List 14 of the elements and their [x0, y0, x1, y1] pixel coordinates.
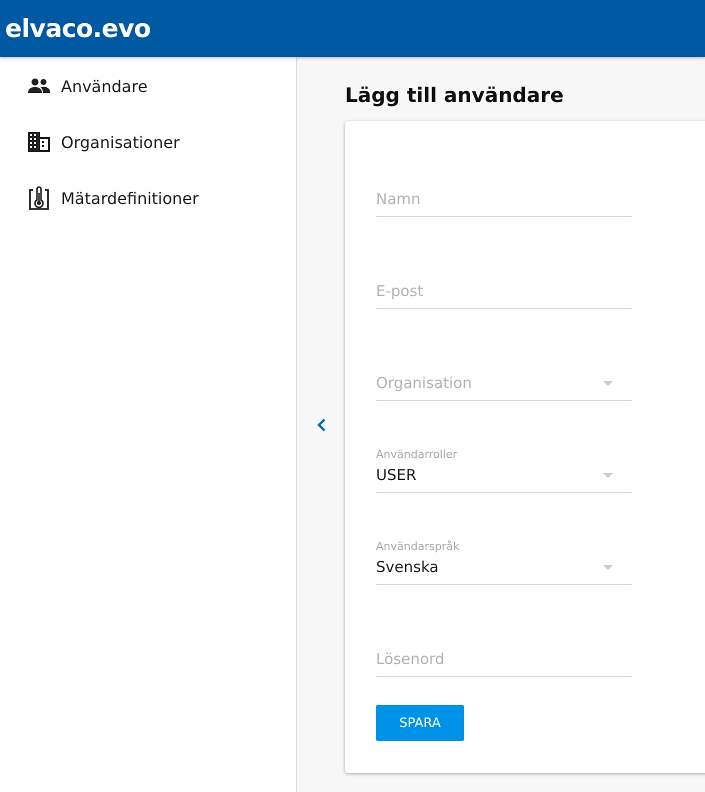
dropdown-field[interactable]: Användarspråk Svenska [376, 529, 632, 585]
thermometer-icon [29, 186, 49, 210]
building-icon [28, 132, 50, 152]
people-icon [28, 78, 50, 94]
page-title: Lägg till användare [345, 83, 565, 107]
nav-item[interactable]: Användare [61, 76, 148, 96]
caret-icon [603, 381, 613, 386]
caret-icon [603, 473, 613, 478]
chevron-left-icon[interactable] [316, 418, 326, 432]
app-logo: elvaco.evo [5, 14, 151, 43]
dropdown-field[interactable]: Användarroller USER [376, 437, 632, 493]
nav-item[interactable]: Mätardefinitioner [61, 188, 199, 208]
nav-item[interactable]: Organisationer [61, 132, 180, 152]
caret-icon [603, 565, 613, 570]
